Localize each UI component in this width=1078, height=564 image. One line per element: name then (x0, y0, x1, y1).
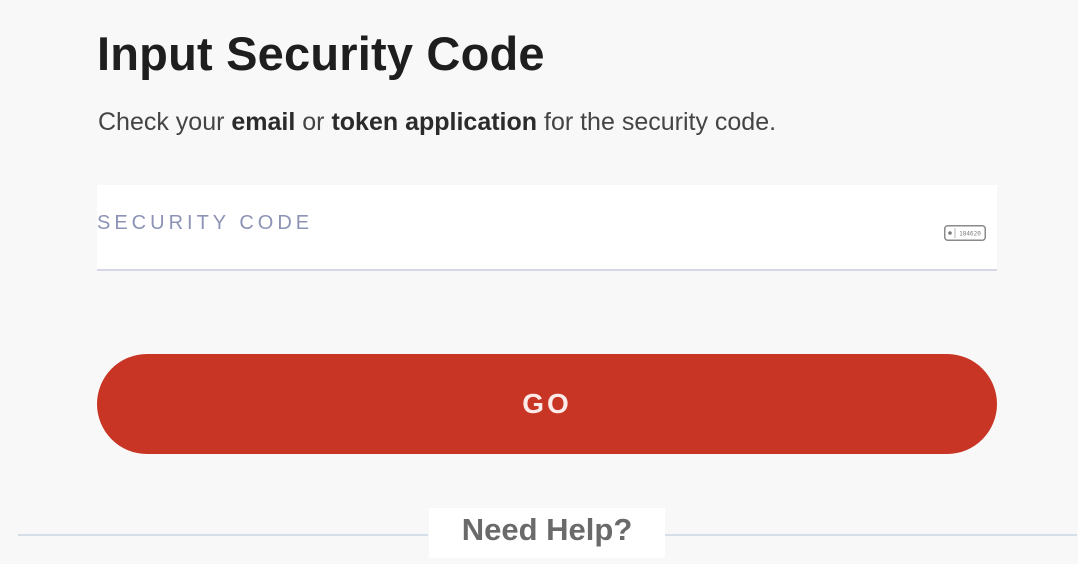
subtitle-prefix: Check your (98, 108, 232, 136)
subtitle-email: email (231, 108, 296, 136)
security-code-page: Input Security Code Check your email or … (0, 0, 1078, 564)
go-button[interactable]: GO (97, 354, 997, 454)
subtitle-token-application: token application (331, 108, 538, 136)
token-device-icon: 184620 (944, 225, 986, 241)
need-help-section: Need Help? (0, 500, 1078, 564)
security-code-input[interactable] (97, 205, 921, 251)
page-subtitle: Check your email or token application fo… (98, 108, 776, 137)
help-divider-right (665, 534, 1077, 536)
token-code-text: 184620 (959, 231, 981, 238)
page-title: Input Security Code (97, 27, 545, 80)
subtitle-or: or (295, 108, 332, 136)
security-code-field[interactable]: SECURITY CODE 184620 (97, 185, 997, 271)
subtitle-suffix: for the security code. (537, 108, 777, 136)
help-divider-left (18, 534, 428, 536)
need-help-link[interactable]: Need Help? (429, 508, 665, 558)
